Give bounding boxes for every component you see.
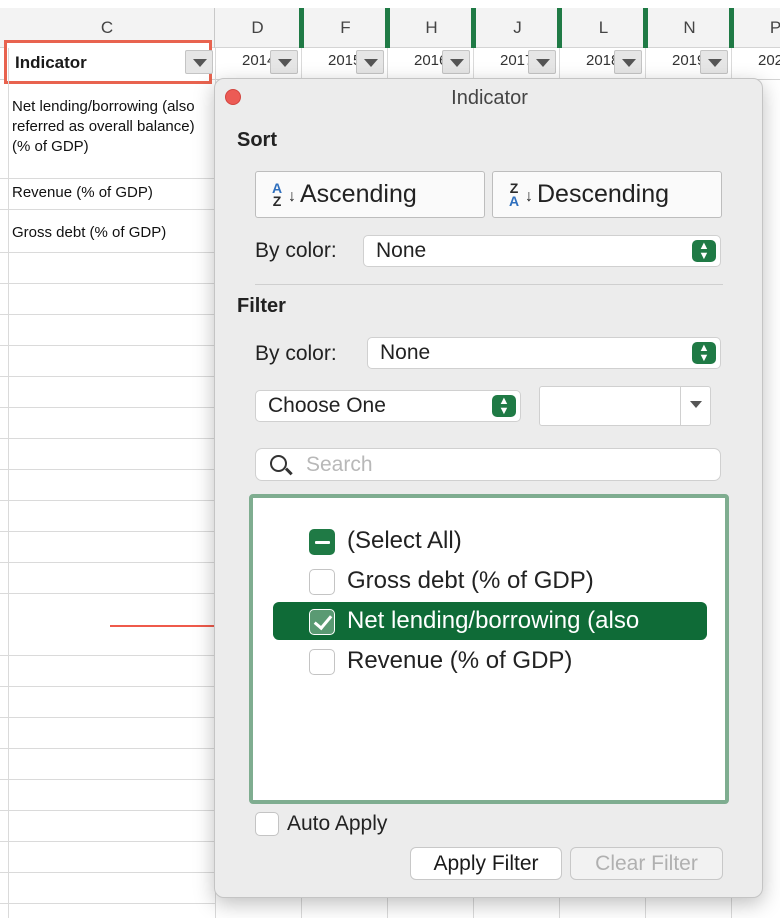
auto-apply-checkbox[interactable] [255,812,279,836]
sort-descending-label: Descending [537,180,670,208]
popup-title: Indicator [451,87,528,109]
filter-popup: Indicator Sort A Z ↓ Ascending Z A ↓ Descend… [214,78,763,898]
grid-line [0,500,215,501]
grid-line [0,314,215,315]
search-field[interactable] [255,448,721,481]
grid-line [0,283,215,284]
list-item-label: Net lending/borrowing (also [347,607,640,634]
grid-line [0,562,215,563]
grid-line [0,469,215,470]
sort-ascending-label: Ascending [300,180,417,208]
filter-value-list: (Select All) Gross debt (% of GDP) Net l… [249,494,729,804]
grid-line [0,209,215,210]
grid-line [0,531,215,532]
filter-dropdown-l[interactable] [614,50,642,74]
filter-heading: Filter [237,295,286,317]
column-header-p[interactable]: P [733,8,780,48]
grid-line [0,376,215,377]
stepper-icon: ▲ ▼ [692,342,716,364]
list-item-label: Gross debt (% of GDP) [347,567,594,594]
filter-by-color-select[interactable]: None ▲ ▼ [367,337,721,369]
sort-by-color-select[interactable]: None ▲ ▼ [363,235,721,267]
column-header-h[interactable]: H [389,8,475,48]
indicator-header-label: Indicator [15,53,87,72]
sort-ascending-icon: A Z ↓ [271,179,296,209]
filter-dropdown-f[interactable] [356,50,384,74]
year-cell[interactable]: 2015 [328,52,356,69]
year-cell[interactable]: 2019 [672,52,700,69]
filter-dropdown-h[interactable] [442,50,470,74]
checkbox[interactable] [309,569,335,595]
list-item-selected[interactable]: Net lending/borrowing (also [273,602,707,640]
column-header-j[interactable]: J [475,8,561,48]
grid-line [0,717,215,718]
auto-apply-option[interactable]: Auto Apply [255,812,387,836]
list-item-label: Revenue (% of GDP) [347,647,573,674]
spreadsheet: C D F H J L N P 2014 2015 2016 2017 2018… [0,0,780,918]
column-header-f[interactable]: F [303,8,389,48]
apply-filter-button[interactable]: Apply Filter [410,847,562,880]
filter-by-color-value: None [380,341,431,364]
grid-line [0,655,215,656]
year-cell[interactable]: 2017 [500,52,528,69]
indicator-cell[interactable]: Gross debt (% of GDP) [12,223,212,243]
sort-descending-button[interactable]: Z A ↓ Descending [492,171,722,218]
year-cell[interactable]: 2014 [242,52,270,69]
indicator-filter-dropdown[interactable] [185,50,213,74]
sort-heading: Sort [237,129,277,151]
sort-by-color-label: By color: [255,239,337,262]
grid-line [0,779,215,780]
filter-by-color-label: By color: [255,342,337,365]
checkbox[interactable] [309,649,335,675]
grid-line [0,345,215,346]
grid-line [0,748,215,749]
grid-line [0,686,215,687]
column-header-l[interactable]: L [561,8,647,48]
grid-line [0,872,215,873]
grid-line [0,252,215,253]
stepper-icon: ▲ ▼ [492,395,516,417]
year-cell[interactable]: 2016 [414,52,442,69]
list-item[interactable]: Gross debt (% of GDP) [273,562,707,600]
list-item-label: (Select All) [347,527,462,554]
divider [255,284,723,285]
auto-apply-label: Auto Apply [287,812,388,835]
grid-line [0,593,215,594]
grid-line [0,178,215,179]
grid-line [0,407,215,408]
filter-condition-value: Choose One [268,394,386,417]
sort-ascending-button[interactable]: A Z ↓ Ascending [255,171,485,218]
filter-dropdown-n[interactable] [700,50,728,74]
year-cell[interactable]: 2018 [586,52,614,69]
grid-line [0,841,215,842]
grid-line [0,810,215,811]
column-header-n[interactable]: N [647,8,733,48]
indicator-cell[interactable]: Net lending/borrowing (also referred as … [12,97,212,157]
mixed-checkbox[interactable] [309,529,335,555]
search-input[interactable] [306,451,706,479]
search-icon [270,455,287,472]
stepper-icon: ▲ ▼ [692,240,716,262]
filter-dropdown-j[interactable] [528,50,556,74]
grid-line [8,48,9,918]
chevron-down-icon[interactable] [680,387,710,425]
list-item-select-all[interactable]: (Select All) [273,522,707,560]
year-cell[interactable]: 202 [758,52,780,69]
column-header-d[interactable]: D [215,8,301,48]
grid-line [0,438,215,439]
sort-descending-icon: Z A ↓ [508,179,533,209]
filter-condition-select[interactable]: Choose One ▲ ▼ [255,390,521,422]
grid-line [0,903,215,904]
clear-filter-button[interactable]: Clear Filter [570,847,723,880]
filter-value-combobox[interactable] [539,386,711,426]
indicator-header-cell[interactable]: Indicator [4,40,213,84]
checked-checkbox[interactable] [309,609,335,635]
sort-by-color-value: None [376,239,427,262]
filter-dropdown-d[interactable] [270,50,298,74]
indicator-cell[interactable]: Revenue (% of GDP) [12,183,212,203]
list-item[interactable]: Revenue (% of GDP) [273,642,707,680]
